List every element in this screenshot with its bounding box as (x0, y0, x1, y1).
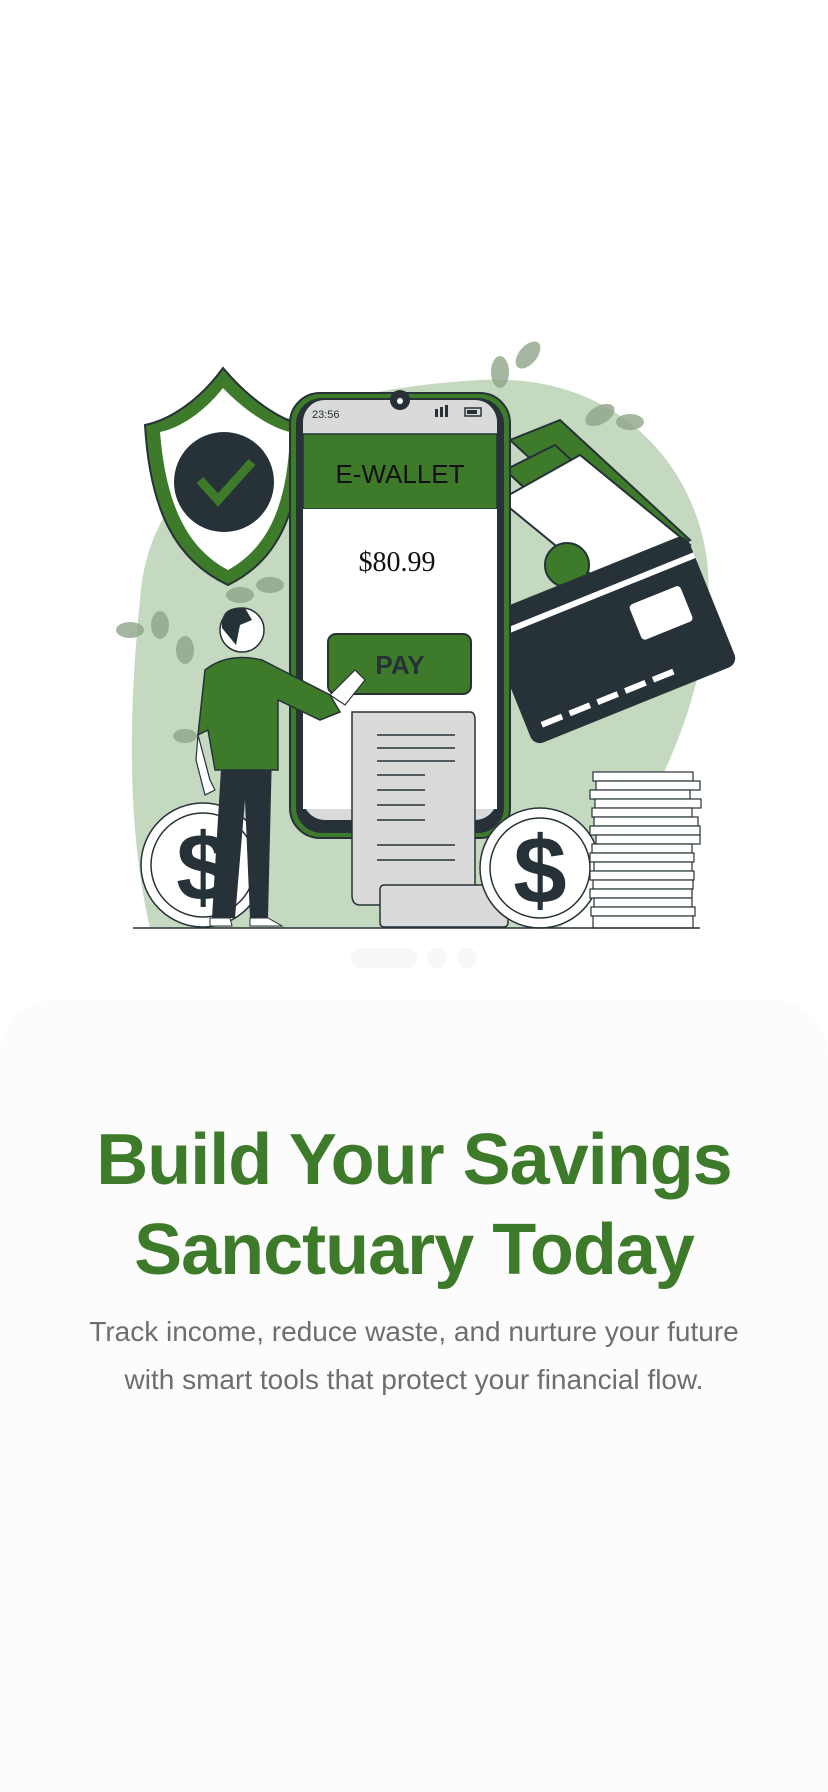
phone-time: 23:56 (312, 409, 340, 421)
svg-text:PAY: PAY (375, 650, 424, 680)
dollar-coin-icon: $ (479, 807, 601, 929)
e-wallet-illustration: 23:56 E-WALLET $80.99 PAY $ $ (116, 341, 736, 929)
app-title: E-WALLET (335, 459, 464, 489)
svg-text:$: $ (513, 817, 566, 924)
title-line-2: Sanctuary Today (134, 1210, 695, 1290)
page-indicator (0, 948, 828, 968)
onboarding-title: Build Your Savings Sanctuary Today (0, 1115, 828, 1295)
page-dot[interactable] (457, 948, 477, 968)
balance: $80.99 (359, 547, 436, 578)
page-dot[interactable] (427, 948, 447, 968)
onboarding-subtitle: Track income, reduce waste, and nurture … (89, 1316, 739, 1395)
title-line-1: Build Your Savings (96, 1120, 732, 1200)
coin-stack (589, 771, 702, 929)
page-dot-active[interactable] (351, 948, 417, 968)
